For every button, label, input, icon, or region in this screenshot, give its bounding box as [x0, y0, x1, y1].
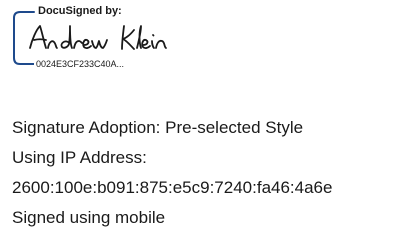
signature-adoption-text: Signature Adoption: Pre-selected Style — [12, 118, 304, 137]
docusign-signature-block: DocuSigned by: 0024E3CF233C40A... — [10, 4, 200, 72]
ip-address-value: 2600:100e:b091:875:e5c9:7240:fa46:4a6e — [12, 178, 333, 197]
ip-address-label: Using IP Address: — [12, 148, 147, 167]
handwritten-signature — [29, 25, 167, 50]
envelope-id: 0024E3CF233C40A... — [34, 59, 127, 69]
docusigned-by-label: DocuSigned by: — [36, 5, 124, 17]
signing-device-text: Signed using mobile — [12, 208, 166, 227]
